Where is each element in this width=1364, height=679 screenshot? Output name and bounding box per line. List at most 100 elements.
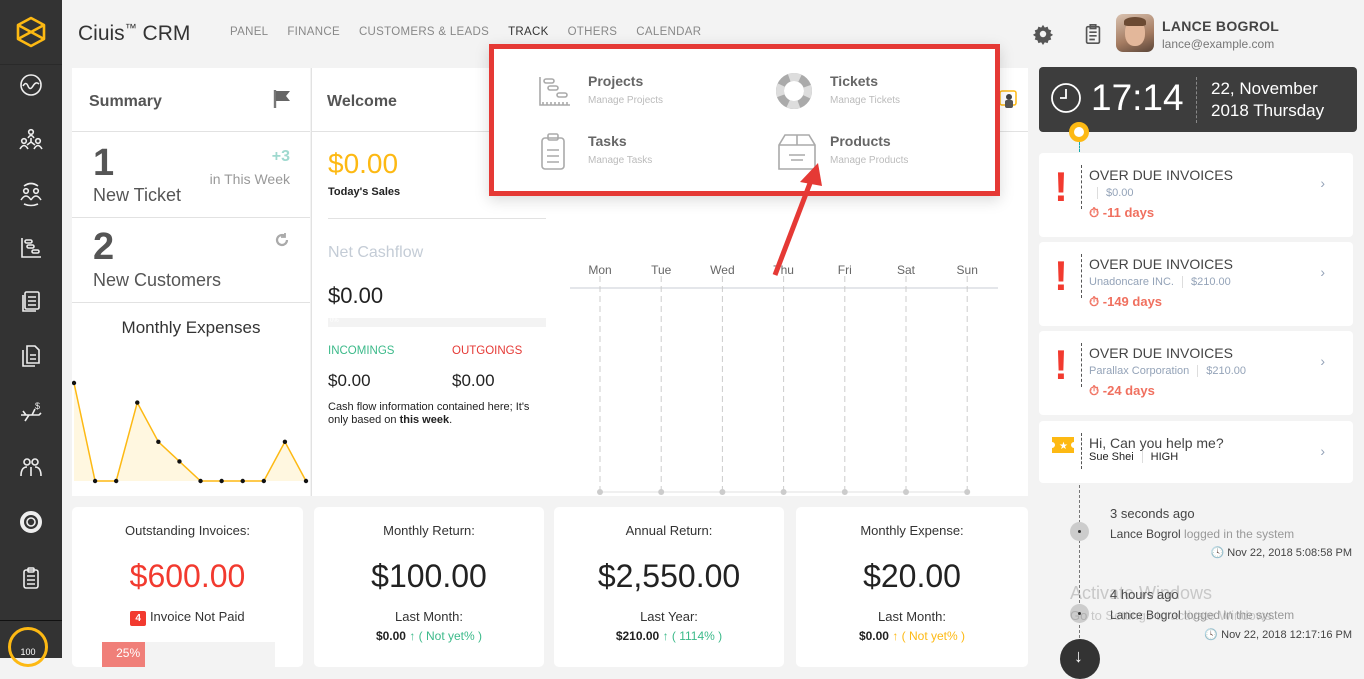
clock-widget: 17:14 22, November 2018 Thursday (1039, 67, 1357, 132)
stat-compare: $0.00 ↑ ( Not yet% ) (858, 629, 966, 643)
data-point (841, 489, 848, 495)
ticket-subtitle: Sue Shei HIGH (1089, 451, 1179, 464)
menu-item-title: Tasks (588, 133, 627, 149)
data-point (719, 489, 726, 495)
stat-compare-label: Last Year: (640, 609, 698, 624)
nav-panel[interactable]: PANEL (230, 26, 268, 38)
staff-icon[interactable] (0, 447, 62, 487)
alert-icon: ! (1054, 163, 1068, 210)
outgoings-value: $0.00 (452, 371, 495, 390)
menu-item-products[interactable]: Products Manage Products (776, 131, 908, 173)
customer-count: 2 (93, 226, 115, 268)
menu-item-subtitle: Manage Tickets (830, 95, 901, 106)
expenses-point (156, 439, 161, 444)
box-icon (778, 134, 816, 170)
monthly-expenses-chart (72, 380, 309, 484)
ticket-delta: +3 (271, 148, 290, 165)
overdue-invoice-notification[interactable]: ! OVER DUE INVOICES Unadoncare INC. $210.… (1039, 242, 1353, 326)
stat-value: $20.00 (863, 558, 961, 594)
divider (72, 302, 310, 303)
nav-others[interactable]: OTHERS (568, 26, 618, 38)
notification-days: ⏱ -24 days (1089, 383, 1155, 398)
net-cashflow-label: Net Cashflow (328, 244, 424, 261)
expenses-plane-icon[interactable]: $ (0, 392, 62, 432)
sidebar-divider (0, 620, 62, 621)
projects-gantt-icon[interactable] (0, 228, 62, 268)
gear-icon[interactable] (1032, 23, 1054, 45)
ticket-title: Hi, Can you help me? (1089, 435, 1224, 451)
expenses-point (92, 478, 98, 484)
unpaid-invoices[interactable]: 4 Invoice Not Paid (72, 609, 303, 626)
activity-date: 🕓 Nov 22, 2018 5:08:58 PM (1210, 547, 1352, 559)
x-tick-label: Thu (773, 263, 794, 277)
notification-title: OVER DUE INVOICES (1089, 256, 1233, 272)
chevron-right-icon: › (1320, 353, 1325, 369)
outgoings-label: OUTGOINGS (452, 345, 523, 357)
overdue-invoice-notification[interactable]: ! OVER DUE INVOICES $0.00 ⏱ -11 days › (1039, 153, 1353, 237)
logo[interactable] (0, 0, 62, 65)
menu-item-projects[interactable]: Projects Manage Projects (534, 71, 663, 113)
main-nav: PANEL FINANCE CUSTOMERS & LEADS TRACK OT… (230, 26, 701, 38)
notification-days: ⏱ -11 days (1089, 205, 1155, 220)
data-point (780, 489, 787, 495)
invoice-progress-bar: 25% (102, 642, 275, 667)
outstanding-invoices-card: Outstanding Invoices: $600.00 4 Invoice N… (72, 507, 303, 667)
expenses-point (240, 478, 245, 484)
data-point (658, 489, 665, 495)
unpaid-count-badge: 4 (130, 611, 146, 626)
support-lifebuoy-icon[interactable] (0, 502, 62, 542)
projects-icon (539, 77, 570, 106)
notification-title: OVER DUE INVOICES (1089, 167, 1233, 183)
tasks-clipboard-icon[interactable] (0, 558, 62, 598)
organization-icon[interactable] (0, 120, 62, 160)
add-button[interactable]: ↓ (1060, 639, 1100, 679)
menu-item-tickets[interactable]: Tickets Manage Tickets (776, 71, 900, 113)
overdue-invoice-notification[interactable]: ! OVER DUE INVOICES Parallax Corporation… (1039, 331, 1353, 415)
nav-finance[interactable]: FINANCE (287, 26, 340, 38)
menu-item-tasks[interactable]: Tasks Manage Tasks (534, 131, 652, 173)
stat-title: Monthly Return: (383, 523, 475, 538)
dashboard-icon[interactable] (0, 65, 62, 105)
track-dropdown-menu: Projects Manage Projects Tickets Manage Ti… (489, 44, 1000, 196)
menu-item-title: Projects (588, 73, 644, 89)
incomings-value: $0.00 (328, 371, 371, 390)
flag-icon[interactable] (272, 88, 294, 110)
progress-gauge: 100 (8, 627, 48, 667)
avatar[interactable] (1116, 14, 1154, 52)
cashflow-progress-bar: 0% (328, 318, 546, 327)
divider (1081, 433, 1082, 469)
nav-customers-leads[interactable]: CUSTOMERS & LEADS (359, 26, 489, 38)
refresh-icon[interactable] (274, 232, 290, 248)
timeline-line (1079, 142, 1080, 152)
nav-calendar[interactable]: CALENDAR (636, 26, 701, 38)
sidebar: $ 100 (0, 0, 62, 667)
x-tick-label: Wed (710, 263, 734, 277)
windows-watermark: Activate Windows (1070, 583, 1213, 603)
customers-cycle-icon[interactable] (0, 174, 62, 214)
menu-item-title: Tickets (830, 73, 878, 89)
menu-item-subtitle: Manage Products (830, 155, 909, 166)
notification-days: ⏱ -149 days (1089, 294, 1163, 309)
activity-time-ago: 3 seconds ago (1110, 506, 1195, 521)
nav-track[interactable]: TRACK (508, 26, 548, 38)
stat-value: $2,550.00 (597, 558, 741, 594)
cube-logo-icon (16, 16, 46, 48)
lifebuoy-icon (776, 73, 812, 109)
user-card-icon[interactable] (997, 88, 1019, 110)
x-tick-label: Tue (651, 263, 672, 277)
monthly-expense-card: Monthly Expense: $20.00 Last Month: $0.0… (796, 507, 1028, 667)
expenses-point (135, 400, 140, 405)
user-name[interactable]: LANCE BOGROL (1162, 18, 1279, 34)
expenses-point (177, 459, 182, 464)
ticket-notification[interactable]: ★ Hi, Can you help me? Sue Shei HIGH › (1039, 421, 1353, 483)
expenses-point (219, 478, 224, 484)
divider (1081, 254, 1082, 298)
customer-label: New Customers (93, 270, 222, 290)
invoices-icon[interactable] (0, 282, 62, 322)
welcome-title: Welcome (327, 93, 397, 110)
divider (1081, 165, 1082, 209)
notification-subtitle: $0.00 (1089, 187, 1134, 200)
documents-icon[interactable] (0, 336, 62, 376)
clipboard-icon[interactable] (1082, 23, 1104, 45)
x-tick-label: Sun (957, 263, 978, 277)
